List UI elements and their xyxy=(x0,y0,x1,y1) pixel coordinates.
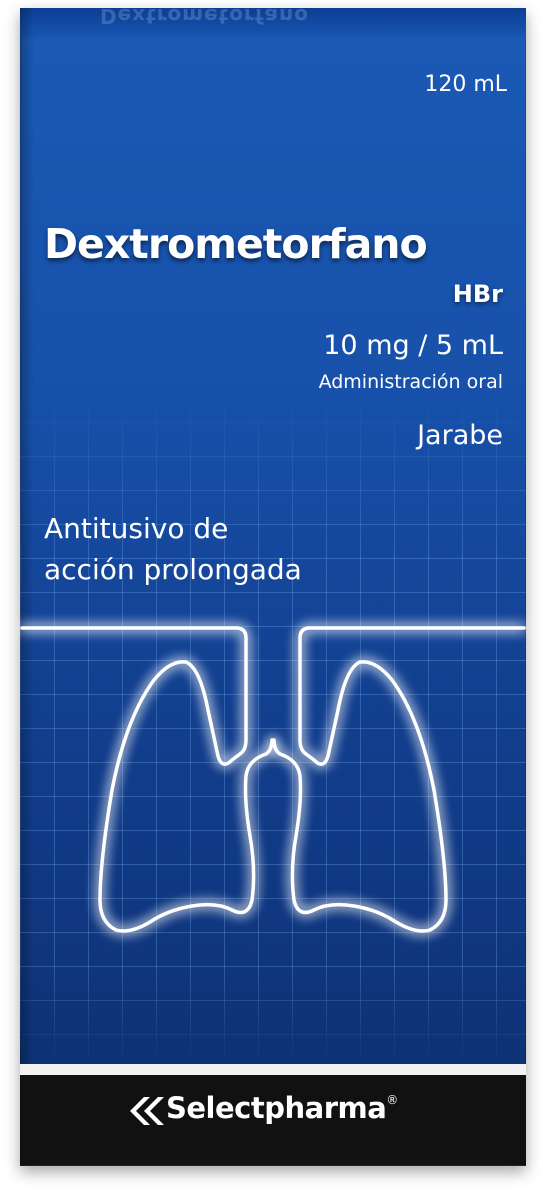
salt-label: HBr xyxy=(452,280,503,308)
volume-label: 120 mL xyxy=(424,72,507,97)
claim-line-2: acción prolongada xyxy=(44,553,302,586)
footer-divider xyxy=(20,1064,526,1075)
selectpharma-logo-icon xyxy=(130,1097,164,1125)
product-name: Dextrometorfano xyxy=(44,220,428,268)
route-label: Administración oral xyxy=(318,371,503,393)
brand-text: Selectpharma xyxy=(166,1091,387,1125)
registered-mark: ® xyxy=(386,1093,398,1107)
brand-name: Selectpharma® xyxy=(166,1091,398,1125)
claim-line-1: Antitusivo de xyxy=(44,512,229,545)
top-flap-mirrored-text: Dextrometorfano xyxy=(100,4,309,28)
product-claim: Antitusivo de acción prolongada xyxy=(44,508,424,590)
concentration-label: 10 mg / 5 mL xyxy=(323,330,503,361)
dosage-form-label: Jarabe xyxy=(417,420,503,451)
lungs-icon xyxy=(20,626,526,933)
